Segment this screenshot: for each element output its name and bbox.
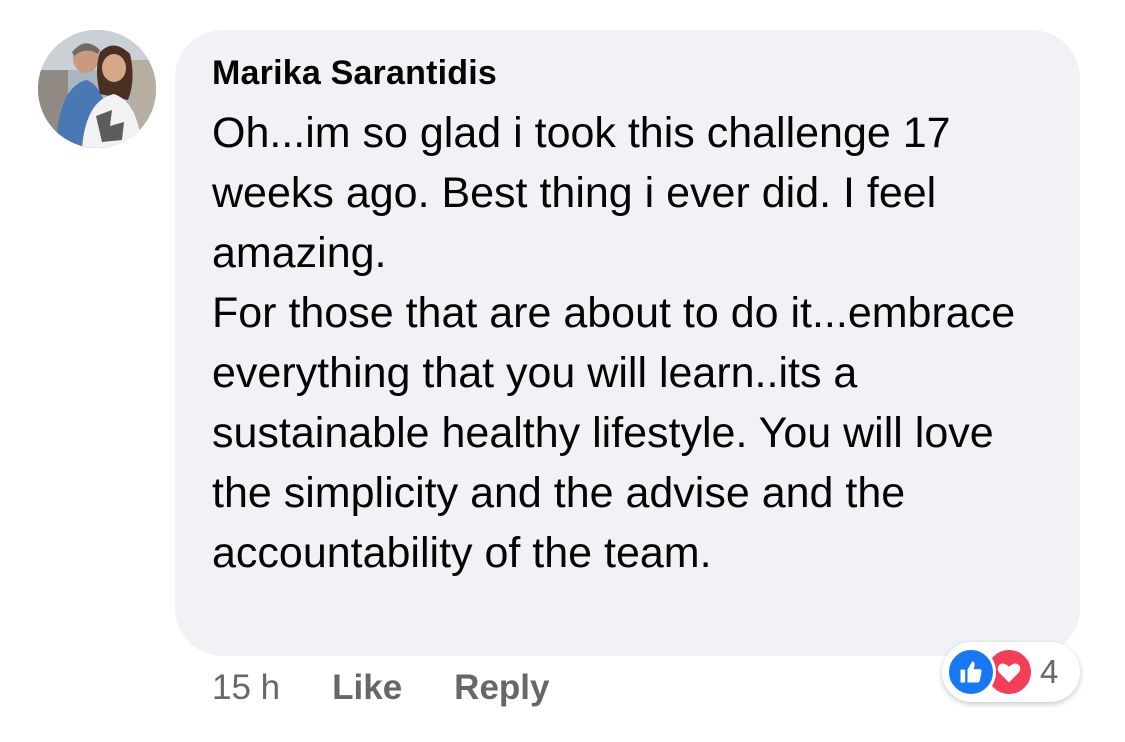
reply-button[interactable]: Reply <box>454 668 549 708</box>
reactions-summary[interactable]: 4 <box>942 642 1080 702</box>
avatar[interactable] <box>38 30 156 148</box>
comment-paragraph: For those that are about to do it...embr… <box>212 289 1016 577</box>
comment-text: Oh...im so glad i took this challenge 17… <box>212 103 1052 583</box>
like-button[interactable]: Like <box>332 668 402 708</box>
profile-photo <box>38 30 156 148</box>
comment-paragraph: Oh...im so glad i took this challenge 17… <box>212 109 951 277</box>
author-name[interactable]: Marika Sarantidis <box>212 54 497 93</box>
like-icon <box>946 647 996 697</box>
timestamp[interactable]: 15 h <box>212 668 280 708</box>
comment-actions: 15 h Like Reply <box>212 666 601 710</box>
reaction-count: 4 <box>1040 653 1059 690</box>
comment: Marika Sarantidis Oh...im so glad i took… <box>0 0 1125 742</box>
